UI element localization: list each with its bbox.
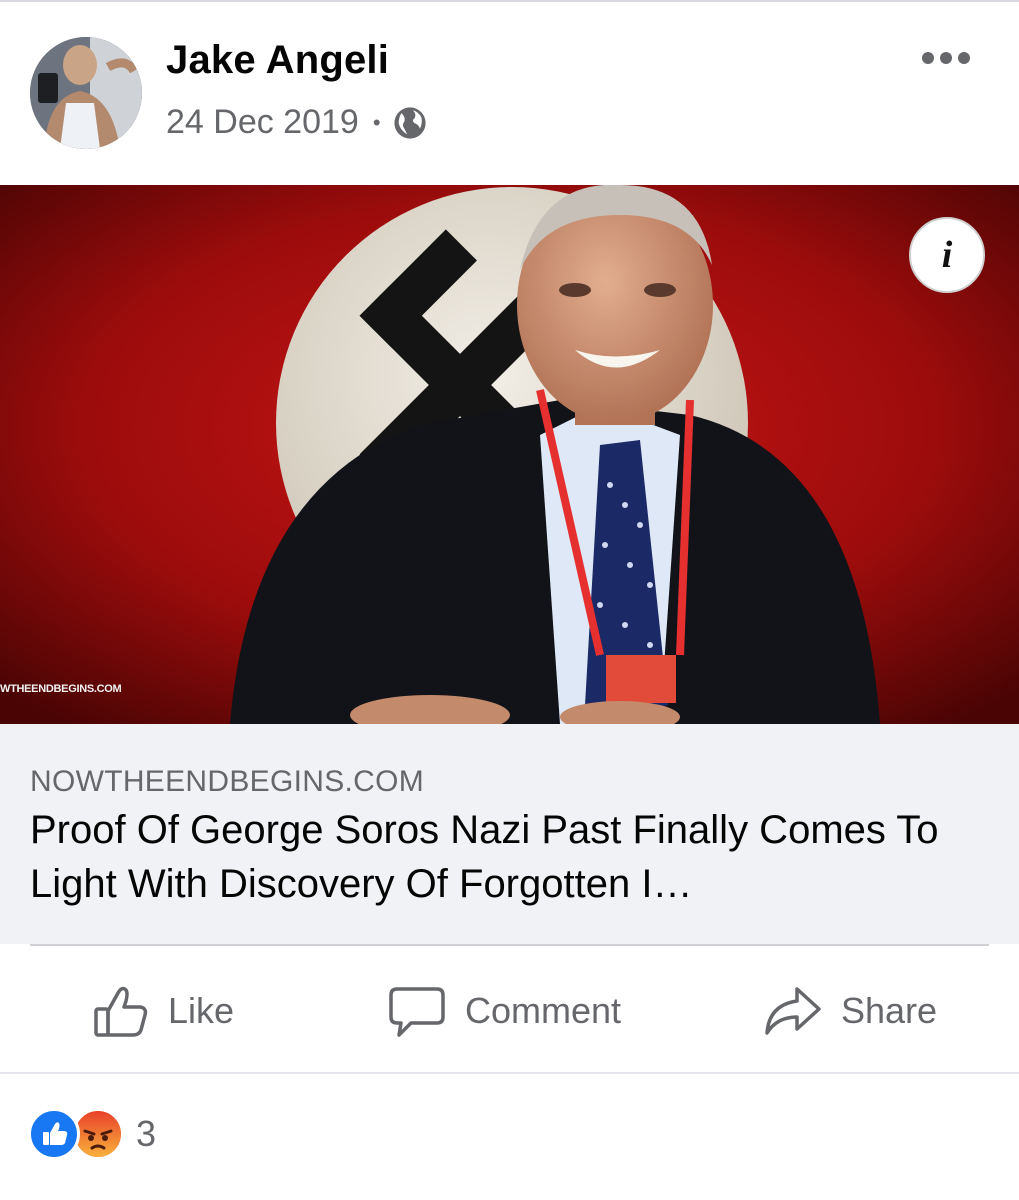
post-meta: 24 Dec 2019 • [166,103,427,142]
comment-bubble-icon [389,987,445,1037]
share-label: Share [841,990,938,1031]
thumbs-up-icon [94,986,148,1037]
like-reaction-icon [28,1108,80,1160]
link-preview-image[interactable] [0,185,1019,724]
link-domain: NOWTHEENDBEGINS.COM [30,765,425,798]
info-icon: i [941,234,953,276]
like-label: Like [168,990,235,1031]
more-options-icon[interactable] [918,44,974,72]
link-headline[interactable]: Proof Of George Soros Nazi Past Finally … [30,803,995,911]
share-arrow-icon [765,987,821,1035]
comment-button[interactable]: Comment [387,980,621,1042]
post-date[interactable]: 24 Dec 2019 [166,103,359,142]
meta-separator: • [372,109,381,135]
share-button[interactable]: Share [763,980,937,1042]
top-divider [0,0,1019,2]
reaction-count: 3 [136,1113,157,1154]
comment-label: Comment [465,990,622,1031]
preview-illustration [0,185,1019,724]
card-divider [30,944,989,946]
avatar-photo [30,37,142,149]
reactions-summary[interactable]: 3 [28,1108,156,1160]
like-button[interactable]: Like [90,980,234,1042]
actions-divider [0,1072,1019,1074]
image-watermark: WTHEENDBEGINS.COM [0,683,122,695]
globe-icon [393,106,426,139]
author-name[interactable]: Jake Angeli [166,38,389,83]
info-button[interactable]: i [909,217,985,293]
avatar[interactable] [30,37,142,149]
